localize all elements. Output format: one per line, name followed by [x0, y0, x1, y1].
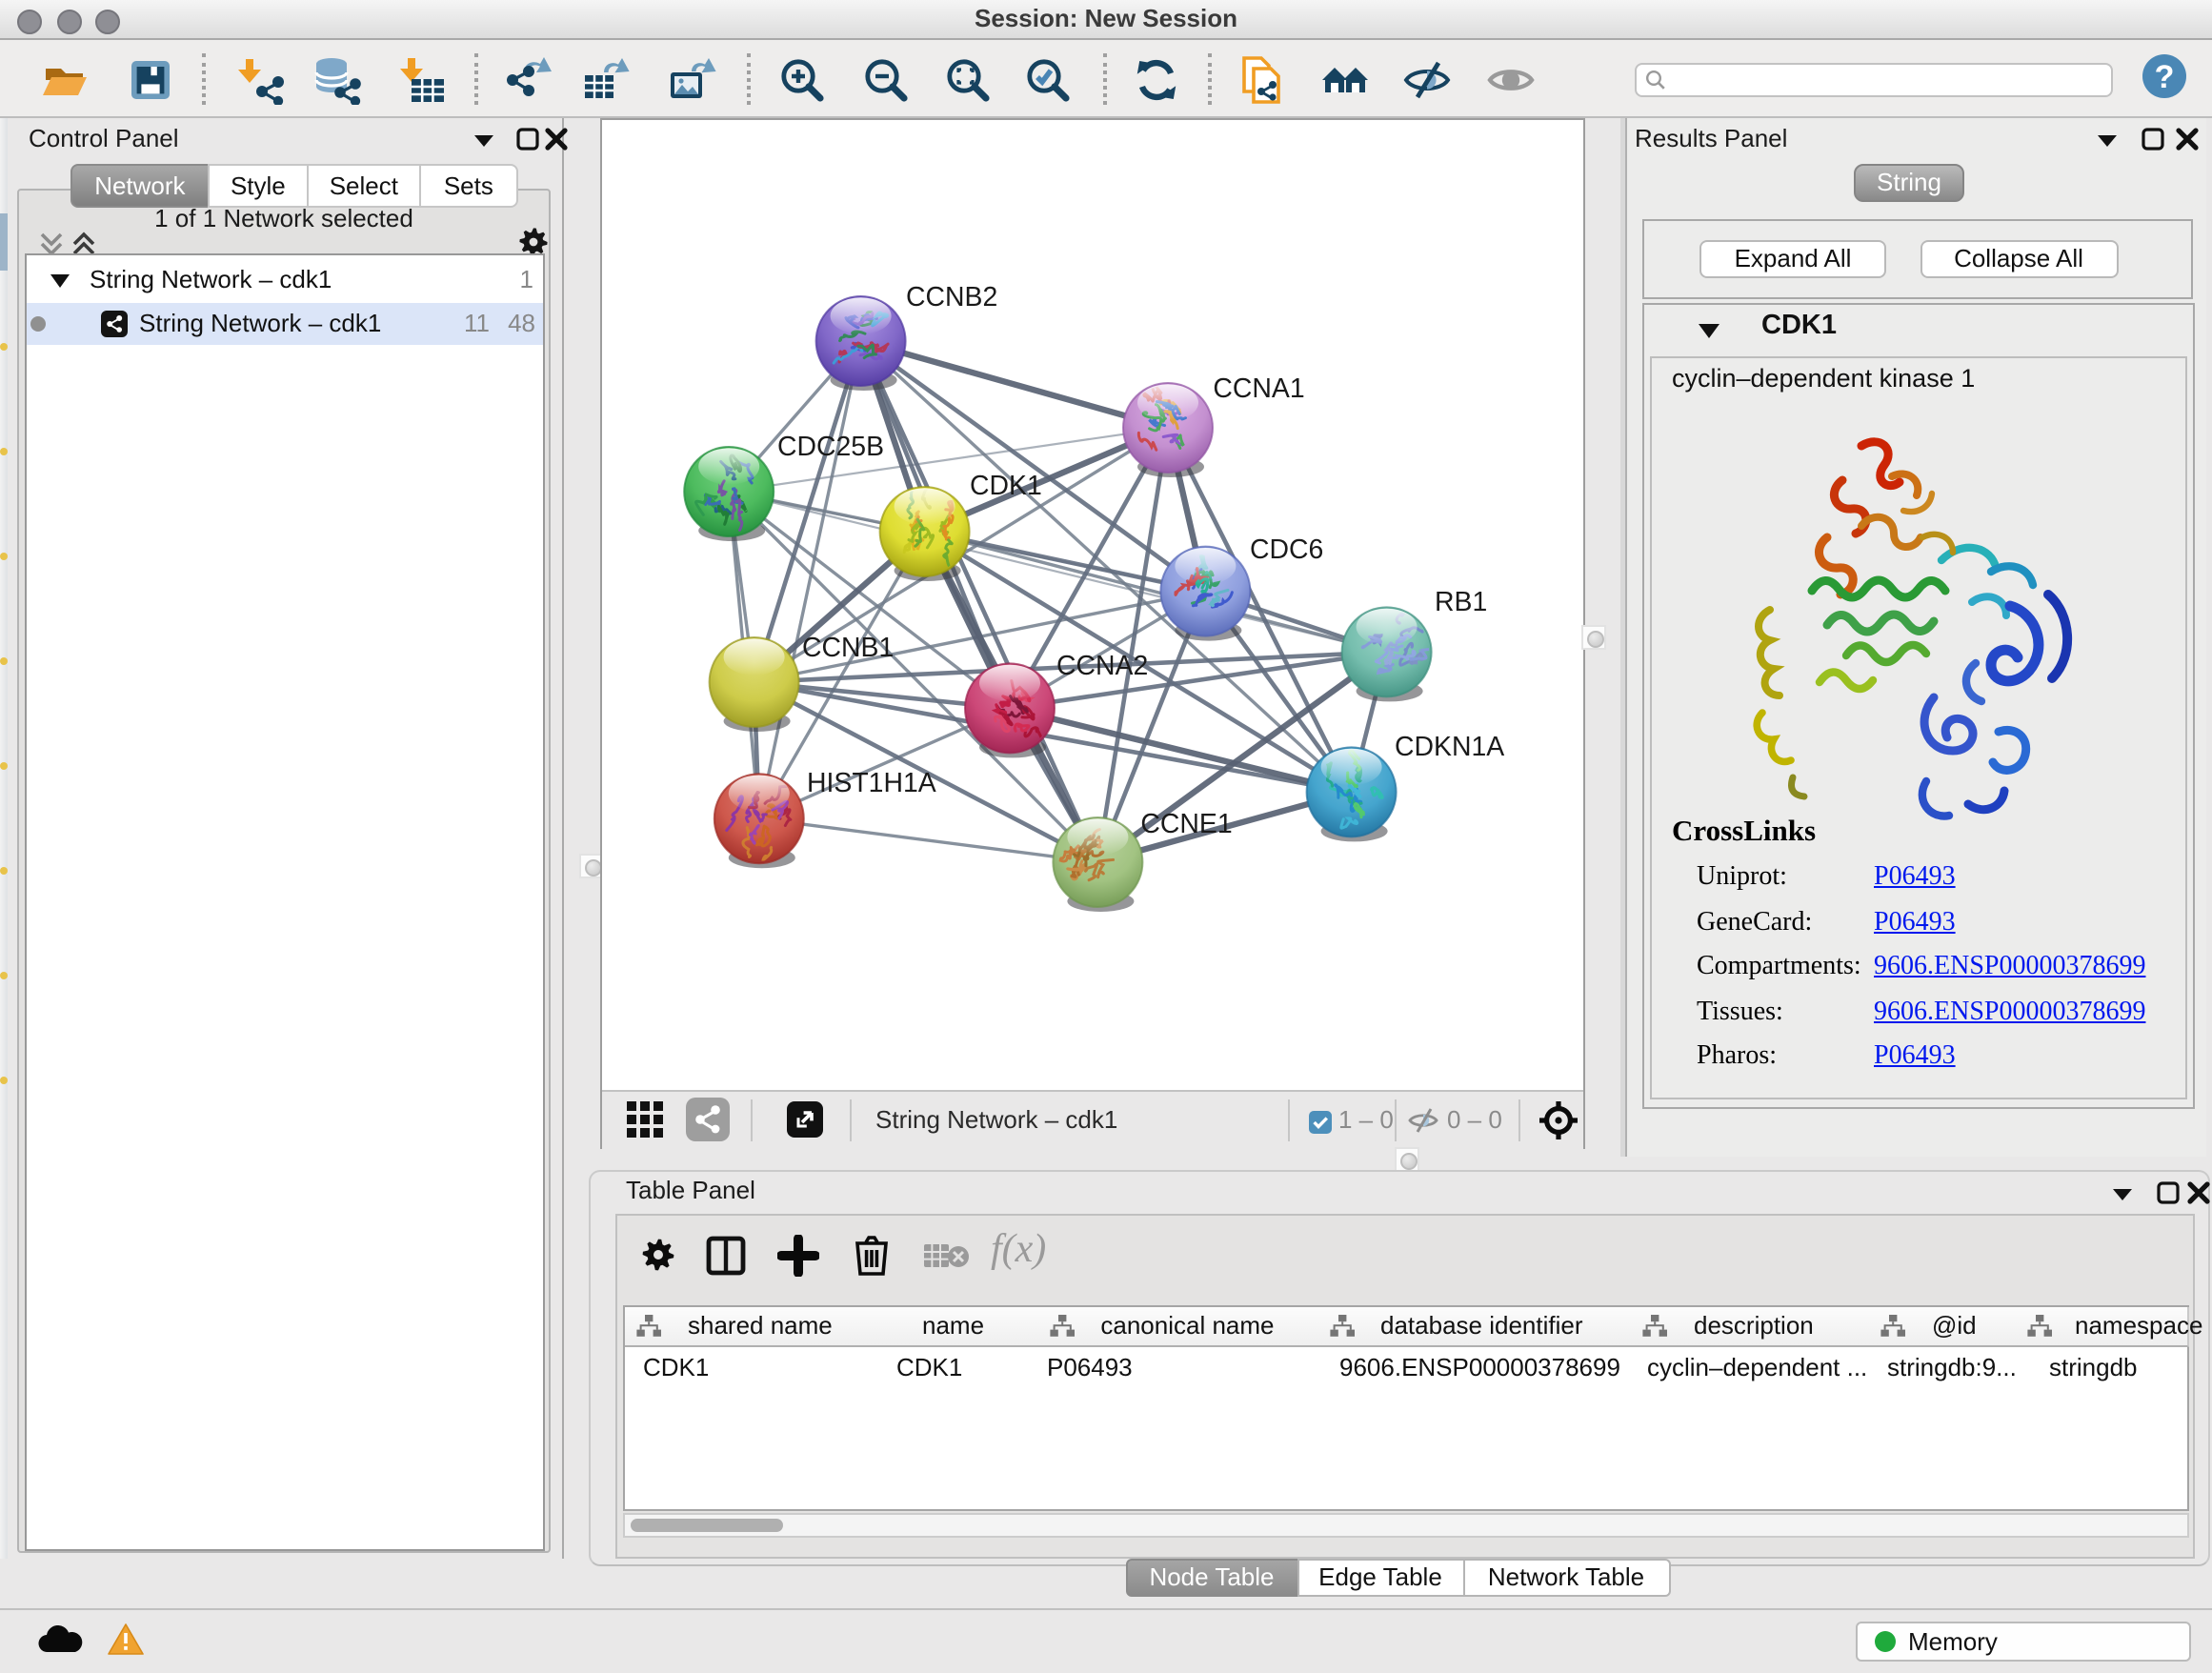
svg-text:CCNB1: CCNB1 — [801, 633, 893, 663]
svg-text:RB1: RB1 — [1434, 587, 1486, 617]
svg-text:CDKN1A: CDKN1A — [1394, 732, 1503, 762]
svg-text:CCNE1: CCNE1 — [1139, 809, 1231, 839]
svg-text:HIST1H1A: HIST1H1A — [806, 768, 935, 798]
svg-text:CDC6: CDC6 — [1249, 534, 1322, 565]
svg-text:CDK1: CDK1 — [969, 471, 1041, 501]
svg-text:CDC25B: CDC25B — [776, 432, 883, 462]
svg-text:CCNA2: CCNA2 — [1056, 651, 1147, 681]
svg-text:CCNB2: CCNB2 — [905, 282, 996, 312]
svg-text:CCNA1: CCNA1 — [1212, 373, 1303, 404]
svg-text:?: ? — [2155, 59, 2175, 95]
